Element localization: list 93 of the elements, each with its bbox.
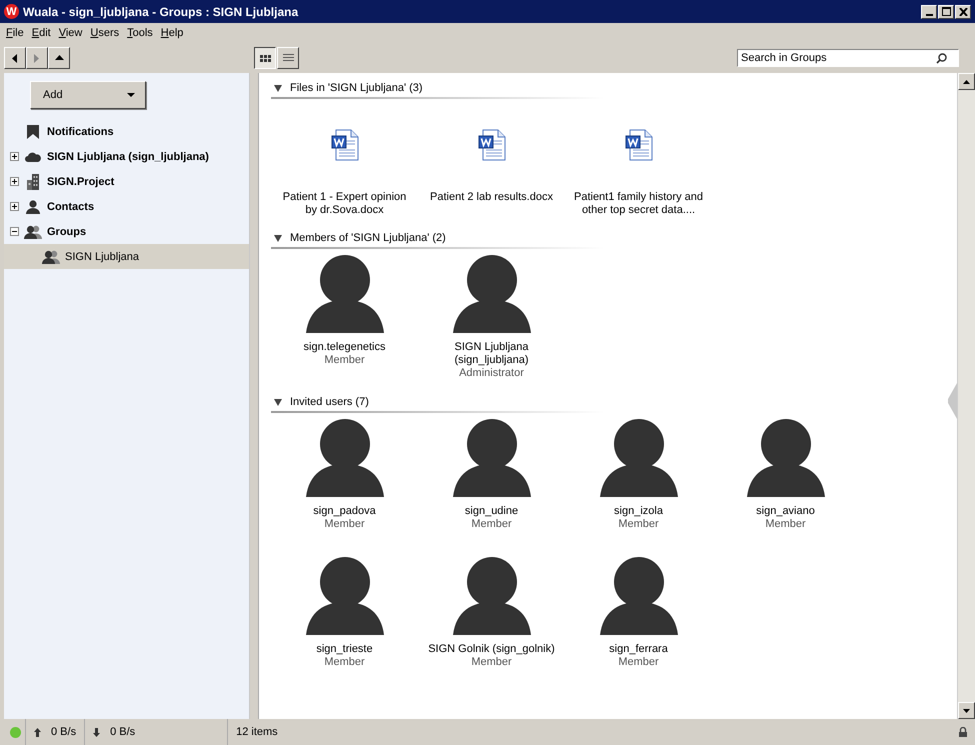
list-icon	[282, 54, 294, 62]
download-rate: 0 B/s	[110, 726, 136, 738]
user-name: SIGN Ljubljana (sign_ljubljana)	[454, 341, 530, 367]
user-name: sign_aviano	[755, 505, 816, 518]
user-avatar-icon	[304, 557, 384, 635]
user-name: sign.telegenetics	[302, 341, 386, 354]
user-avatar-icon	[304, 419, 384, 497]
cloud-icon	[25, 151, 41, 162]
file-name: Patient 2 lab results.docx	[429, 191, 554, 204]
close-button[interactable]	[955, 4, 971, 18]
minimize-button[interactable]	[921, 4, 937, 18]
search-field[interactable]: Search in Groups	[737, 49, 959, 67]
building-icon	[27, 174, 39, 190]
forward-button[interactable]	[26, 47, 48, 69]
tree-item[interactable]: Contacts	[4, 194, 249, 219]
tree-item[interactable]: Notifications	[4, 119, 249, 144]
window-title: Wuala - sign_ljubljana - Groups : SIGN Ljubljana	[23, 4, 300, 18]
user-name: sign_izola	[613, 505, 664, 518]
user-role: Member	[324, 518, 365, 531]
user-role: Member	[618, 656, 659, 669]
user-role: Member	[765, 518, 806, 531]
user-role: Member	[324, 354, 365, 367]
word-document-icon	[624, 129, 652, 161]
group-icon	[24, 224, 42, 238]
expand-icon[interactable]	[10, 152, 19, 161]
user-avatar-icon	[452, 557, 532, 635]
menu-item[interactable]: Help	[156, 27, 188, 39]
menu-item[interactable]: File	[2, 27, 28, 39]
person-icon	[26, 200, 40, 214]
upload-arrow-icon	[34, 728, 41, 736]
search-icon	[936, 53, 947, 64]
add-button[interactable]: Add	[30, 81, 146, 109]
menu-item[interactable]: Edit	[28, 27, 55, 39]
up-arrow-icon	[963, 80, 970, 84]
dropdown-caret-icon	[127, 93, 135, 97]
scroll-down-button[interactable]	[958, 702, 975, 719]
file-name: Patient 1 - Expert opinion by dr.Sova.docx	[282, 191, 408, 217]
lock-icon	[959, 727, 967, 737]
up-arrow-icon	[54, 55, 64, 61]
left-arrow-icon	[12, 54, 18, 62]
maximize-button[interactable]	[938, 4, 954, 18]
section-header: Members of 'SIGN Ljubljana' (2)	[290, 232, 446, 244]
tree-item[interactable]: SIGN.Project	[4, 169, 249, 194]
word-document-icon	[330, 129, 358, 161]
grid-icon	[260, 54, 270, 62]
user-role: Member	[618, 518, 659, 531]
user-name: sign_udine	[464, 505, 520, 518]
collapse-arrow-icon[interactable]	[274, 234, 282, 242]
word-document-icon	[478, 129, 506, 161]
menu-item[interactable]: View	[54, 27, 86, 39]
icon-view-button[interactable]	[254, 47, 276, 69]
file-name: Patient1 family history and other top secret data....	[572, 191, 704, 217]
user-role: Member	[324, 656, 365, 669]
user-avatar-icon	[304, 255, 384, 333]
download-arrow-icon	[93, 728, 100, 736]
user-avatar-icon	[746, 419, 826, 497]
close-icon	[958, 8, 968, 16]
scroll-up-button[interactable]	[958, 73, 975, 90]
user-role: Member	[471, 656, 512, 669]
down-arrow-icon	[963, 708, 970, 712]
app-logo: W	[4, 4, 19, 19]
expand-icon[interactable]	[10, 202, 19, 211]
upload-rate: 0 B/s	[51, 726, 76, 738]
menu-item[interactable]: Users	[86, 27, 124, 39]
user-role: Administrator	[459, 367, 524, 380]
collapse-arrow-icon[interactable]	[274, 398, 282, 406]
menu-item[interactable]: Tools	[123, 27, 157, 39]
tree-item[interactable]: Groups	[4, 219, 249, 244]
user-name: SIGN Golnik (sign_golnik)	[427, 643, 556, 656]
list-view-button[interactable]	[277, 47, 299, 69]
tree-item[interactable]: SIGN Ljubljana (sign_ljubljana)	[4, 144, 249, 169]
minimize-icon	[926, 14, 932, 16]
maximize-icon	[942, 7, 950, 16]
user-role: Member	[471, 518, 512, 531]
section-header: Invited users (7)	[290, 396, 369, 408]
up-button[interactable]	[48, 47, 70, 69]
user-avatar-icon	[598, 419, 678, 497]
item-count: 12 items	[236, 726, 278, 738]
user-avatar-icon	[452, 255, 532, 333]
user-avatar-icon	[598, 557, 678, 635]
bookmark-icon	[27, 124, 39, 138]
section-header: Files in 'SIGN Ljubljana' (3)	[290, 82, 423, 94]
collapse-icon[interactable]	[10, 227, 19, 236]
collapse-arrow-icon[interactable]	[274, 84, 282, 92]
expand-icon[interactable]	[10, 177, 19, 186]
user-name: sign_trieste	[315, 643, 374, 656]
tree-item[interactable]: SIGN Ljubljana	[4, 244, 249, 269]
user-avatar-icon	[452, 419, 532, 497]
back-button[interactable]	[4, 47, 26, 69]
right-arrow-icon	[34, 54, 40, 62]
group-icon	[42, 250, 60, 264]
user-name: sign_padova	[312, 505, 377, 518]
user-name: sign_ferrara	[608, 643, 669, 656]
